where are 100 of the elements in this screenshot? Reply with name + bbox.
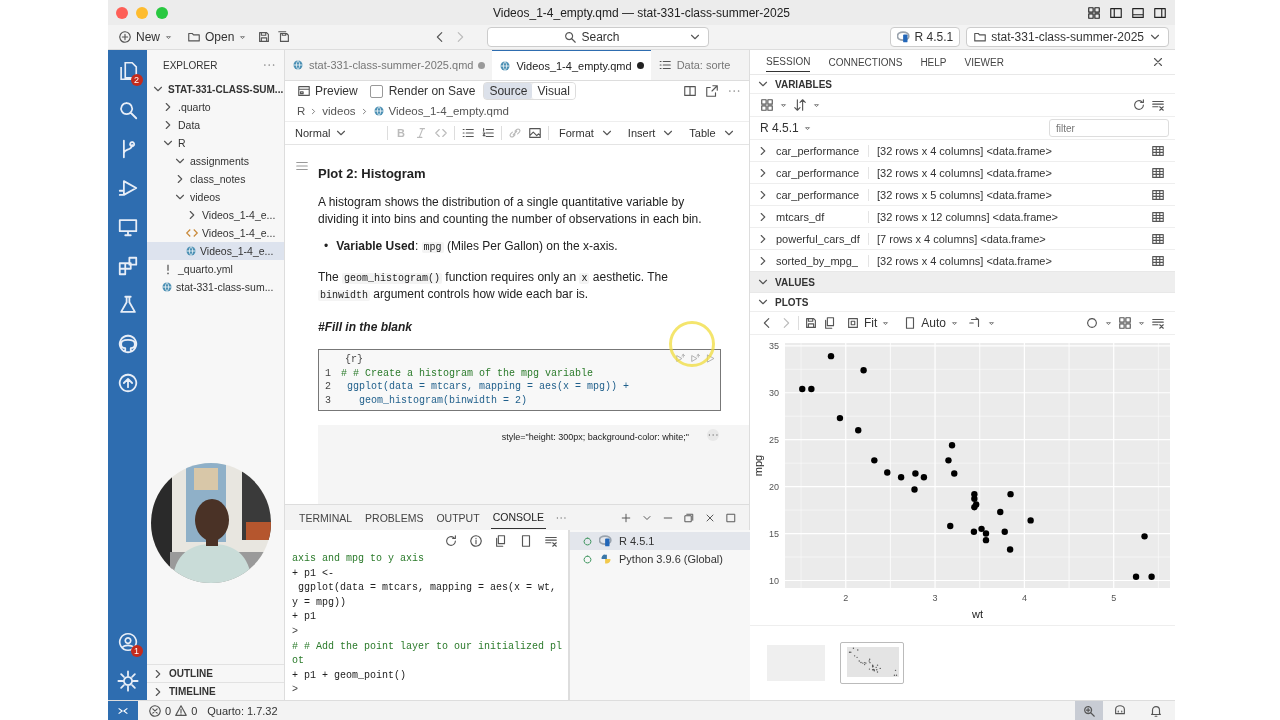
console-window-icon[interactable] xyxy=(519,534,533,548)
copy-icon[interactable] xyxy=(823,316,837,330)
format-menu[interactable]: Table xyxy=(685,124,740,142)
remote-button[interactable] xyxy=(108,700,138,720)
panel-tab[interactable]: OUTPUT xyxy=(434,506,482,529)
clear-icon[interactable] xyxy=(1151,316,1165,330)
quarto-version[interactable]: Quarto: 1.7.32 xyxy=(207,704,278,717)
tree-item[interactable]: .quarto xyxy=(147,98,284,116)
tree-item[interactable]: class_notes xyxy=(147,170,284,188)
outline-icon[interactable] xyxy=(295,159,309,173)
tree-item[interactable]: R xyxy=(147,134,284,152)
tree-item[interactable]: Videos_1-4_e... xyxy=(147,224,284,242)
session-item[interactable]: Python 3.9.6 (Global) xyxy=(570,550,750,568)
open-external-icon[interactable] xyxy=(705,84,719,98)
save-icon[interactable] xyxy=(804,316,818,330)
restore-icon[interactable] xyxy=(683,511,695,524)
clear-console-icon[interactable] xyxy=(544,534,558,548)
numbered-list-icon[interactable] xyxy=(481,126,495,140)
tree-item[interactable]: videos xyxy=(147,188,284,206)
split-editor-icon[interactable] xyxy=(683,84,697,98)
tree-item[interactable]: Data xyxy=(147,116,284,134)
breadcrumb-item[interactable]: videos xyxy=(322,105,356,117)
zoom-icon[interactable] xyxy=(1082,703,1096,718)
extensions-icon[interactable] xyxy=(116,255,139,277)
panel-tab[interactable]: CONNECTIONS xyxy=(828,52,903,72)
session-item[interactable]: R 4.5.1 xyxy=(570,532,750,550)
github-icon[interactable] xyxy=(116,333,139,355)
panel-toggle-icon[interactable] xyxy=(1131,5,1145,20)
editor-tab[interactable]: Videos_1-4_empty.qmd xyxy=(492,50,651,80)
project-button[interactable]: stat-331-class-summer-2025 xyxy=(966,27,1169,47)
refresh-icon[interactable] xyxy=(1132,98,1146,112)
panel-tab[interactable]: PROBLEMS xyxy=(363,506,426,529)
outline-section[interactable]: OUTLINE xyxy=(147,664,284,682)
panel-tab[interactable]: HELP xyxy=(920,52,947,72)
table-icon[interactable] xyxy=(1151,253,1165,268)
editor-tab[interactable]: Data: sorte xyxy=(650,50,738,80)
mode-toggle[interactable]: Source xyxy=(484,83,533,99)
secondary-sidebar-toggle-icon[interactable] xyxy=(1153,5,1167,20)
plot-thumbnail[interactable] xyxy=(840,642,904,684)
table-icon[interactable] xyxy=(1151,143,1165,158)
bullet-list-icon[interactable] xyxy=(461,126,475,140)
bullet-item: Variable Used: mpg (Miles Per Gallon) on the x-axis. xyxy=(336,238,618,255)
style-dropdown[interactable]: Normal xyxy=(291,124,381,142)
sort-icon[interactable] xyxy=(793,98,807,112)
publish-icon[interactable] xyxy=(116,372,139,394)
table-icon[interactable] xyxy=(1151,231,1165,246)
interpreter-button[interactable]: R 4.5.1 xyxy=(889,27,961,47)
mode-toggle[interactable]: Visual xyxy=(532,83,575,99)
sidebar-toggle-icon[interactable] xyxy=(1109,5,1123,20)
code-chunk[interactable]: {r} 1 # # Create a histogram of the mpg variable 2 ggplot(data = mtcars, mapping = aes(x = mpg)) + 3 geom_histogram(binwidth = 2) xyxy=(318,349,721,411)
close-window-button[interactable] xyxy=(116,6,128,19)
breadcrumb-item[interactable]: R xyxy=(297,105,306,117)
breadcrumb-item[interactable]: Videos_1-4_empty.qmd xyxy=(388,105,509,117)
section-header[interactable]: VALUES xyxy=(750,271,1175,292)
panel-tab[interactable]: VIEWER xyxy=(964,52,1004,72)
problems-status[interactable]: 0 0 xyxy=(148,703,198,718)
run-cell-icon[interactable] xyxy=(705,353,716,364)
environment-dropdown[interactable]: R 4.5.1 xyxy=(756,119,816,137)
search-field[interactable]: Search xyxy=(487,27,710,47)
format-menu[interactable]: Insert xyxy=(623,124,680,142)
tree-item[interactable]: STAT-331-CLASS-SUM... xyxy=(147,80,284,98)
size-dropdown[interactable]: Auto xyxy=(899,314,964,332)
section-header[interactable]: VARIABLES xyxy=(750,74,1175,93)
fit-dropdown[interactable]: Fit xyxy=(842,314,895,332)
section-header[interactable]: PLOTS xyxy=(750,292,1175,311)
tree-item[interactable]: Videos_1-4_e... xyxy=(147,242,284,260)
render-on-save-checkbox[interactable]: Render on Save xyxy=(369,84,476,98)
panel-tab[interactable]: CONSOLE xyxy=(490,506,546,529)
close-icon[interactable] xyxy=(1151,55,1165,69)
clear-icon[interactable] xyxy=(1151,98,1165,112)
axis-title: mpg xyxy=(752,454,764,477)
tree-item[interactable]: _quarto.yml xyxy=(147,260,284,278)
panel-tab[interactable]: SESSION xyxy=(766,52,811,72)
run-debug-icon[interactable] xyxy=(116,177,139,199)
save-icon[interactable] xyxy=(257,30,272,44)
save-all-icon[interactable] xyxy=(277,30,292,44)
filter-field[interactable]: filter xyxy=(1049,119,1169,137)
new-button[interactable]: New xyxy=(114,28,177,46)
table-icon[interactable] xyxy=(1151,187,1165,202)
image-icon[interactable] xyxy=(528,126,542,140)
preview-button[interactable]: Preview xyxy=(293,82,362,100)
bell-icon[interactable] xyxy=(1149,703,1163,718)
tree-item[interactable]: Videos_1-4_e... xyxy=(147,206,284,224)
layout-icon[interactable] xyxy=(1087,5,1101,20)
remote-explorer-icon[interactable] xyxy=(116,216,139,238)
editor-tab[interactable]: stat-331-class-summer-2025.qmd xyxy=(285,50,493,80)
grid-view-icon[interactable] xyxy=(760,98,774,112)
new-console-icon[interactable] xyxy=(620,511,632,524)
maximize-icon[interactable] xyxy=(725,511,737,524)
restart-icon[interactable] xyxy=(444,534,458,548)
table-icon[interactable] xyxy=(1151,165,1165,180)
open-button[interactable]: Open xyxy=(183,28,252,46)
tree-item[interactable]: assignments xyxy=(147,152,284,170)
table-icon[interactable] xyxy=(1151,209,1165,224)
settings-icon[interactable] xyxy=(116,670,139,692)
layout-icon[interactable] xyxy=(1118,316,1132,330)
format-menu[interactable]: Format xyxy=(555,124,618,142)
tree-item[interactable]: stat-331-class-sum... xyxy=(147,278,284,296)
panel-tab[interactable]: TERMINAL xyxy=(297,506,355,529)
info-icon[interactable] xyxy=(469,534,483,548)
